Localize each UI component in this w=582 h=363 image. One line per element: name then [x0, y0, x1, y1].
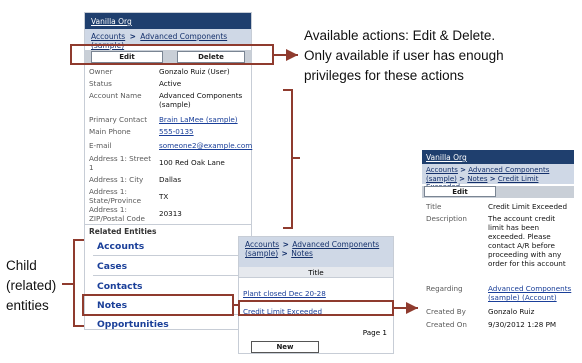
actions-annotation-line: privileges for these actions [304, 68, 464, 83]
child-entities-annotation: Child (related) entities [6, 256, 56, 316]
actions-annotation: Available actions: Edit & Delete. Only a… [304, 26, 580, 86]
child-annotation-line: (related) [6, 278, 57, 293]
fields-bracket [283, 89, 300, 229]
child-annotation-line: entities [6, 298, 49, 313]
child-entities-bracket [62, 239, 84, 327]
actions-annotation-line: Only available if user has enough [304, 48, 504, 63]
actions-annotation-line: Available actions: Edit & Delete. [304, 28, 496, 43]
child-annotation-line: Child [6, 258, 37, 273]
